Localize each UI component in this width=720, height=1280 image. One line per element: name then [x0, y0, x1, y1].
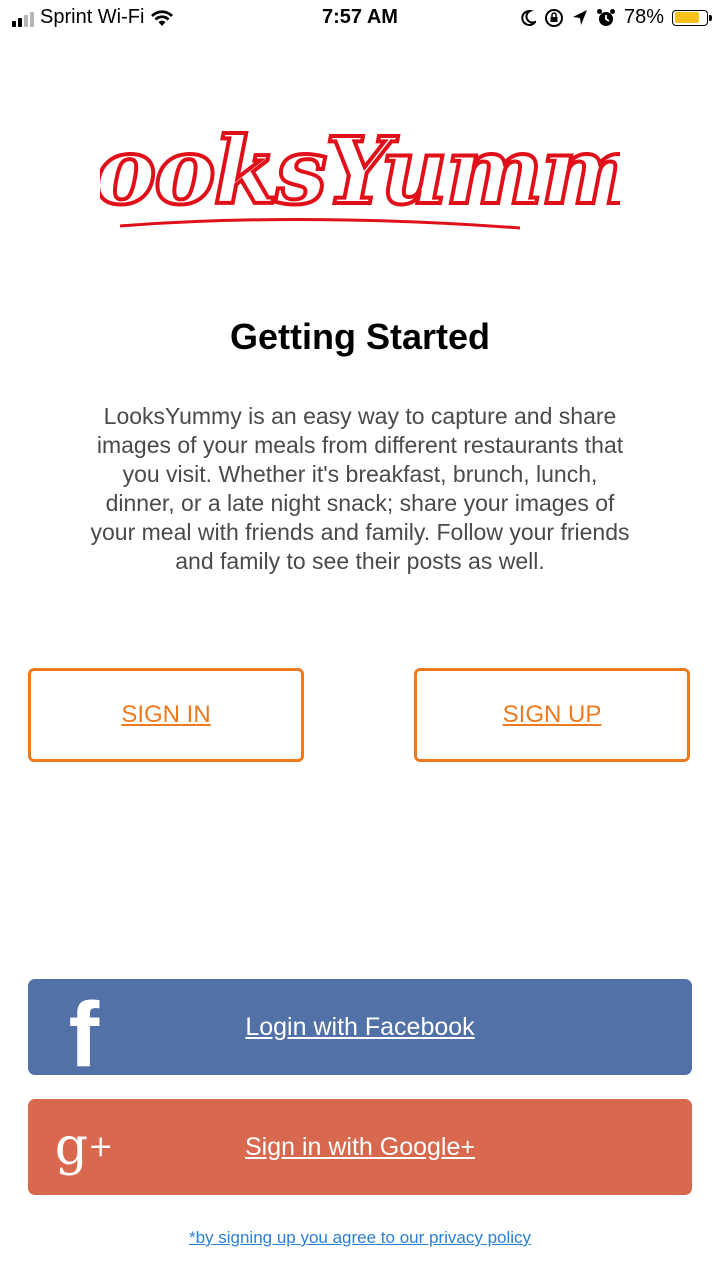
- sign-in-button[interactable]: SIGN IN: [28, 668, 304, 762]
- battery-icon: [672, 9, 712, 26]
- sign-up-button[interactable]: SIGN UP: [414, 668, 690, 762]
- google-login-button[interactable]: g + Sign in with Google+: [28, 1099, 692, 1195]
- facebook-icon: f: [68, 984, 100, 1086]
- logo-text: LooksYummy: [100, 117, 620, 225]
- app-screen: Sprint Wi-Fi 7:57 AM 78% ooksYum Getting…: [0, 0, 720, 1280]
- page-title: Getting Started: [229, 316, 490, 357]
- intro-description: LooksYummy is an easy way to capture and…: [90, 403, 630, 574]
- facebook-login-button[interactable]: f Login with Facebook: [28, 979, 692, 1086]
- sign-up-label: SIGN UP: [502, 701, 602, 728]
- facebook-login-label: Login with Facebook: [245, 1012, 475, 1041]
- privacy-policy-link[interactable]: *by signing up you agree to our privacy …: [0, 1228, 720, 1248]
- sign-in-label: SIGN IN: [121, 701, 211, 728]
- rotation-lock-icon: [544, 8, 563, 27]
- location-icon: [572, 9, 587, 25]
- google-login-label: Sign in with Google+: [244, 1132, 475, 1161]
- app-logo: LooksYummy: [100, 115, 620, 230]
- battery-level: [674, 12, 699, 23]
- moon-icon: [521, 9, 536, 26]
- status-right: 78%: [520, 6, 712, 29]
- alarm-icon: [596, 8, 615, 26]
- status-bar: Sprint Wi-Fi 7:57 AM 78%: [0, 0, 720, 38]
- battery-percent: 78%: [623, 6, 664, 28]
- google-plus-icon: g +: [54, 1117, 114, 1177]
